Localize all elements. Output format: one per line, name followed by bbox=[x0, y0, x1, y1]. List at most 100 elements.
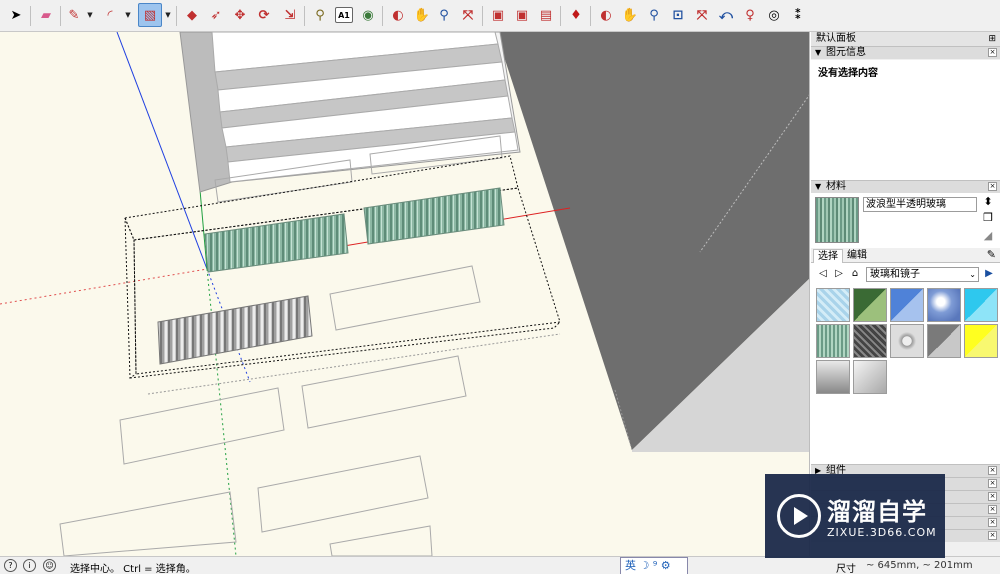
close-icon[interactable]: × bbox=[988, 505, 997, 514]
ground-outline bbox=[257, 455, 429, 533]
material-swatch[interactable] bbox=[927, 324, 961, 358]
ground-outline bbox=[301, 355, 467, 429]
status-bar: ? i ☺ 选择中心。 Ctrl = 选择角。 英 ☽ ⁹ ⚙ 尺寸 ~ 645… bbox=[0, 556, 1000, 574]
rectangle-dropdown-arrow[interactable]: ▼ bbox=[164, 11, 172, 19]
look-around-tool-icon[interactable]: ◎ bbox=[762, 3, 786, 27]
materials-header[interactable]: ▼ 材料 × bbox=[811, 180, 1000, 193]
material-name-field[interactable]: 波浪型半透明玻璃 bbox=[863, 197, 977, 212]
entity-info-title: 图元信息 bbox=[826, 47, 866, 58]
share-model-icon[interactable]: ▣ bbox=[510, 3, 534, 27]
home-icon[interactable]: ⌂ bbox=[849, 267, 861, 281]
sketchup-window: ➤ ▰ ✎ ▼ ◜ ▼ ▧ ▼ ◆ ➶ ✥ ⟳ ⇲ ⚲ A1 ◉ ◐ ✋ ⚲ ⤧… bbox=[0, 0, 1000, 574]
zoom-window-tool-icon[interactable]: ⊡ bbox=[666, 3, 690, 27]
close-icon[interactable]: × bbox=[988, 48, 997, 57]
orbit-view-tool-icon[interactable]: ◐ bbox=[594, 3, 618, 27]
material-swatch[interactable] bbox=[964, 324, 998, 358]
sample-paint-icon[interactable]: ❒ bbox=[981, 211, 995, 225]
walk-tool-icon[interactable]: ⁑ bbox=[786, 3, 810, 27]
toolbar-separator bbox=[382, 6, 383, 26]
material-swatch[interactable] bbox=[890, 288, 924, 322]
dimensions-label: 尺寸 bbox=[836, 564, 856, 574]
dimensions-value[interactable]: ~ 645mm, ~ 201mm bbox=[866, 560, 973, 571]
rectangle-tool-icon[interactable]: ▧ bbox=[138, 3, 162, 27]
zoom-extents-view-tool-icon[interactable]: ⤧ bbox=[690, 3, 714, 27]
previous-view-tool-icon[interactable]: ⤺ bbox=[714, 3, 738, 27]
materials-tabs: 选择 编辑 ✎ bbox=[811, 248, 1000, 263]
create-material-icon[interactable]: ⬍ bbox=[981, 195, 995, 209]
material-swatch[interactable] bbox=[816, 288, 850, 322]
material-swatch[interactable] bbox=[816, 360, 850, 394]
material-swatch[interactable] bbox=[853, 324, 887, 358]
ruby-console-icon[interactable]: ♦ bbox=[564, 3, 588, 27]
line-tool-icon[interactable]: ✎ bbox=[62, 3, 86, 27]
close-icon[interactable]: × bbox=[988, 492, 997, 501]
get-models-icon[interactable]: ▣ bbox=[486, 3, 510, 27]
wavy-glass-panel[interactable] bbox=[204, 213, 349, 273]
tab-edit[interactable]: 编辑 bbox=[843, 249, 871, 263]
pan-view-tool-icon[interactable]: ✋ bbox=[618, 3, 642, 27]
arc-dropdown-arrow[interactable]: ▼ bbox=[124, 11, 132, 19]
material-swatch[interactable] bbox=[927, 288, 961, 322]
drawing-viewport[interactable] bbox=[0, 32, 810, 556]
ground-outline bbox=[59, 491, 237, 556]
extension-warehouse-icon[interactable]: ▤ bbox=[534, 3, 558, 27]
library-select[interactable]: 玻璃和镜子 ⌄ bbox=[866, 267, 979, 282]
eraser-tool-icon[interactable]: ▰ bbox=[34, 3, 58, 27]
toolbar-separator bbox=[304, 6, 305, 26]
materials-title: 材料 bbox=[826, 181, 846, 192]
push-pull-tool-icon[interactable]: ◆ bbox=[180, 3, 204, 27]
user-icon[interactable]: ☺ bbox=[43, 559, 56, 572]
zoom-extents-tool-icon[interactable]: ⤧ bbox=[456, 3, 480, 27]
material-swatch[interactable] bbox=[964, 288, 998, 322]
line-dropdown-arrow[interactable]: ▼ bbox=[86, 11, 94, 19]
ground-outline bbox=[329, 525, 433, 556]
default-material-icon[interactable]: ◢ bbox=[981, 229, 995, 243]
orbit-tool-icon[interactable]: ◐ bbox=[386, 3, 410, 27]
geolocation-icon[interactable]: ? bbox=[4, 559, 17, 572]
forward-arrow-icon[interactable]: ▷ bbox=[833, 267, 845, 281]
arc-tool-icon[interactable]: ◜ bbox=[98, 3, 122, 27]
close-icon[interactable]: × bbox=[988, 182, 997, 191]
zoom-view-tool-icon[interactable]: ⚲ bbox=[642, 3, 666, 27]
close-icon[interactable]: × bbox=[988, 531, 997, 540]
details-arrow-icon[interactable]: ▶ bbox=[983, 267, 995, 281]
select-tool-icon[interactable]: ➤ bbox=[4, 3, 28, 27]
follow-me-tool-icon[interactable]: ➶ bbox=[204, 3, 228, 27]
paint-bucket-tool-icon[interactable]: ◉ bbox=[356, 3, 380, 27]
status-message: 选择中心。 Ctrl = 选择角。 bbox=[70, 564, 196, 574]
wavy-glass-panel[interactable] bbox=[363, 187, 505, 245]
entity-info-header[interactable]: ▼ 图元信息 × bbox=[811, 46, 1000, 59]
play-logo-icon bbox=[777, 494, 821, 538]
material-swatch[interactable] bbox=[816, 324, 850, 358]
move-tool-icon[interactable]: ✥ bbox=[228, 3, 252, 27]
text-tool-icon[interactable]: A1 bbox=[335, 7, 353, 23]
close-icon[interactable]: × bbox=[988, 466, 997, 475]
ground-outline bbox=[329, 265, 481, 331]
tab-select[interactable]: 选择 bbox=[813, 249, 843, 263]
rotate-tool-icon[interactable]: ⟳ bbox=[252, 3, 276, 27]
tape-measure-tool-icon[interactable]: ⚲ bbox=[308, 3, 332, 27]
scene-canvas[interactable] bbox=[0, 32, 810, 556]
collapse-triangle-icon[interactable]: ▼ bbox=[815, 181, 821, 193]
watermark-subtitle: ZIXUE.3D66.COM bbox=[827, 526, 937, 539]
credits-icon[interactable]: i bbox=[23, 559, 36, 572]
material-preview-swatch[interactable] bbox=[815, 197, 859, 243]
material-swatch[interactable] bbox=[853, 288, 887, 322]
material-swatch[interactable] bbox=[853, 360, 887, 394]
close-icon[interactable]: × bbox=[988, 479, 997, 488]
pencil-icon[interactable]: ✎ bbox=[987, 248, 996, 261]
toolbar-separator bbox=[30, 6, 31, 26]
toolbar-separator bbox=[590, 6, 591, 26]
pin-icon[interactable]: ⊞ bbox=[988, 32, 996, 46]
scale-tool-icon[interactable]: ⇲ bbox=[278, 3, 302, 27]
ime-indicator[interactable]: 英 ☽ ⁹ ⚙ bbox=[620, 557, 688, 574]
collapse-triangle-icon[interactable]: ▼ bbox=[815, 47, 821, 59]
toolbar-separator bbox=[482, 6, 483, 26]
wavy-panel-gray[interactable] bbox=[157, 295, 313, 365]
zoom-tool-icon[interactable]: ⚲ bbox=[432, 3, 456, 27]
back-arrow-icon[interactable]: ◁ bbox=[817, 267, 829, 281]
pan-tool-icon[interactable]: ✋ bbox=[410, 3, 434, 27]
material-swatch[interactable] bbox=[890, 324, 924, 358]
close-icon[interactable]: × bbox=[988, 518, 997, 527]
position-camera-tool-icon[interactable]: ♀ bbox=[738, 3, 762, 27]
